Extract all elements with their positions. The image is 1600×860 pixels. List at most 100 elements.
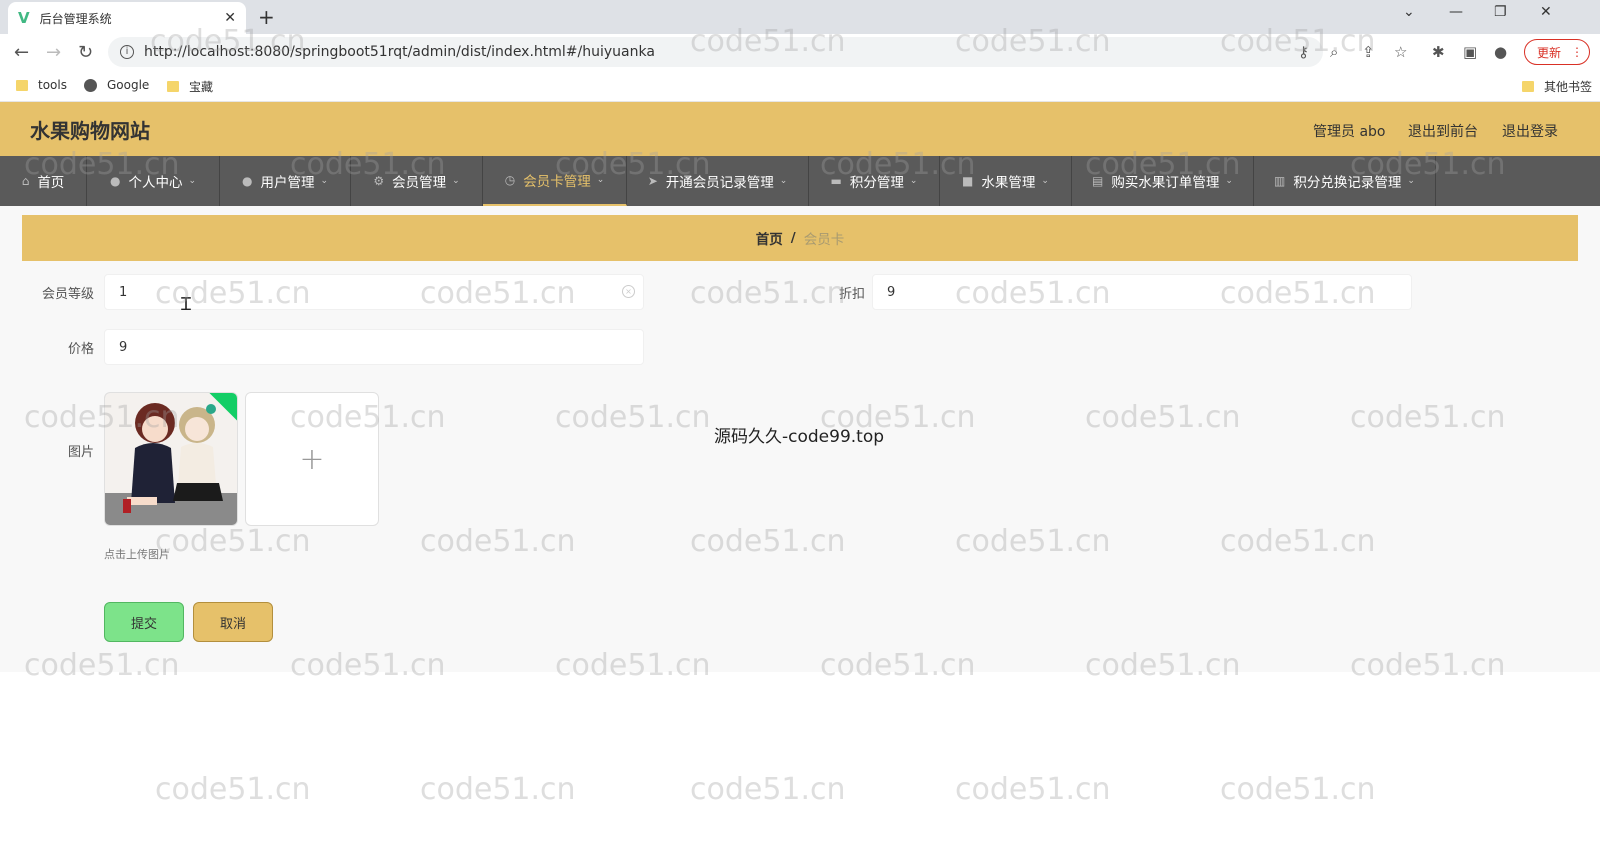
nav-label: 会员管理 — [392, 175, 447, 191]
bookmark-label: tools — [38, 78, 67, 92]
tab-close-icon[interactable]: ✕ — [224, 10, 236, 26]
exit-to-front-link[interactable]: 退出到前台 — [1408, 121, 1478, 141]
discount-label: 折扣 — [838, 287, 865, 302]
tab-title: 后台管理系统 — [39, 11, 112, 26]
chevron-down-icon: ⌄ — [320, 176, 329, 186]
chevron-down-icon: ⌄ — [779, 176, 788, 186]
zoom-icon[interactable]: ⌕ — [1330, 43, 1338, 61]
tab-search-icon[interactable]: ⌄ — [1403, 4, 1415, 20]
chevron-down-icon: ⌄ — [909, 176, 918, 186]
bookmark-google[interactable]: Google — [84, 78, 149, 92]
sidepanel-icon[interactable]: ▣ — [1463, 43, 1477, 61]
logout-link[interactable]: 退出登录 — [1502, 121, 1558, 141]
cancel-button[interactable]: 取消 — [193, 602, 273, 642]
main-content: 首页 / 会员卡 会员等级 1 × 折扣 9 价格 9 图片 + 点击上传图片 … — [0, 206, 1600, 672]
nav-fruit-order-management[interactable]: ▤ 购买水果订单管理 ⌄ — [1072, 156, 1254, 206]
site-header: 水果购物网站 管理员 abo 退出到前台 退出登录 — [0, 102, 1600, 156]
price-label: 价格 — [67, 342, 94, 357]
breadcrumb-current: 会员卡 — [803, 232, 845, 248]
minimize-icon[interactable]: — — [1449, 4, 1463, 20]
watermark: code51.cn — [1220, 772, 1376, 807]
key-icon[interactable]: ⚷ — [1298, 43, 1309, 61]
folder-icon — [16, 79, 28, 91]
site-info-icon[interactable]: i — [120, 45, 134, 59]
admin-label: 管理员 abo — [1313, 124, 1386, 140]
clock-icon: ◷ — [504, 173, 516, 187]
chevron-down-icon: ⌄ — [596, 175, 605, 185]
site-title: 水果购物网站 — [30, 118, 150, 143]
url-text: http://localhost:8080/springboot51rqt/ad… — [144, 44, 655, 60]
nav-member-management[interactable]: ⚙ 会员管理 ⌄ — [351, 156, 483, 206]
star-icon[interactable]: ☆ — [1394, 43, 1407, 61]
close-window-icon[interactable]: ✕ — [1540, 4, 1552, 20]
nav-user-management[interactable]: ● 用户管理 ⌄ — [220, 156, 351, 206]
nav-label: 水果管理 — [981, 175, 1036, 191]
bookmark-treasure[interactable]: 宝藏 — [167, 78, 213, 95]
video-icon: ■ — [962, 174, 974, 188]
nav-label: 会员卡管理 — [523, 174, 591, 190]
upload-image-button[interactable]: + — [245, 392, 379, 526]
update-button[interactable]: 更新 ⋮ — [1524, 39, 1590, 65]
nav-label: 用户管理 — [260, 175, 315, 191]
watermark: code51.cn — [690, 772, 846, 807]
gear-icon: ⚙ — [373, 174, 385, 188]
back-icon[interactable]: ← — [14, 42, 29, 63]
uploaded-image-thumbnail[interactable] — [104, 392, 238, 526]
other-bookmarks[interactable]: 其他书签 — [1522, 78, 1592, 95]
chart-icon: ▥ — [1274, 174, 1286, 188]
upload-tip: 点击上传图片 — [104, 548, 170, 561]
nav-fruit-management[interactable]: ■ 水果管理 ⌄ — [940, 156, 1072, 206]
overlay-watermark-text: 源码久久-code99.top — [714, 427, 885, 447]
reload-icon[interactable]: ↻ — [78, 42, 93, 63]
plus-icon: + — [299, 441, 325, 477]
menu-dots-icon: ⋮ — [1571, 45, 1584, 59]
breadcrumb: 首页 / 会员卡 — [22, 215, 1578, 261]
member-level-label: 会员等级 — [41, 287, 94, 302]
image-label: 图片 — [67, 445, 94, 460]
bookmark-label: 宝藏 — [189, 80, 214, 94]
globe-icon — [84, 78, 97, 92]
home-icon: ⌂ — [21, 174, 30, 188]
nav-label: 个人中心 — [128, 175, 183, 191]
chevron-down-icon: ⌄ — [1225, 176, 1233, 186]
new-tab-button[interactable]: + — [258, 5, 275, 29]
nav-points-exchange-management[interactable]: ▥ 积分兑换记录管理 ⌄ — [1254, 156, 1436, 206]
chevron-down-icon: ⌄ — [1041, 176, 1049, 186]
bookmarks-bar: tools Google 宝藏 其他书签 — [0, 70, 1600, 102]
breadcrumb-separator: / — [790, 230, 796, 246]
anime-girls-image — [105, 393, 237, 525]
restore-icon[interactable]: ❐ — [1494, 4, 1507, 20]
nav-member-record-management[interactable]: ➤ 开通会员记录管理 ⌄ — [627, 156, 809, 206]
nav-label: 开通会员记录管理 — [665, 175, 774, 191]
extensions-icon[interactable]: ✱ — [1432, 43, 1445, 61]
clear-icon[interactable]: × — [622, 285, 635, 298]
user-icon: ● — [109, 174, 121, 188]
url-bar[interactable]: i http://localhost:8080/springboot51rqt/… — [108, 37, 1323, 67]
chevron-down-icon: ⌄ — [188, 176, 197, 186]
member-level-value: 1 — [119, 284, 128, 300]
submit-button[interactable]: 提交 — [104, 602, 184, 642]
nav-personal-center[interactable]: ● 个人中心 ⌄ — [87, 156, 220, 206]
nav-member-card-management[interactable]: ◷ 会员卡管理 ⌄ — [483, 156, 627, 206]
bookmark-tools[interactable]: tools — [16, 78, 67, 92]
forward-icon[interactable]: → — [46, 42, 61, 63]
profile-icon[interactable]: ● — [1494, 43, 1507, 61]
bookmark-label: 其他书签 — [1544, 80, 1593, 94]
price-input[interactable]: 9 — [104, 329, 644, 365]
update-label: 更新 — [1537, 45, 1562, 60]
discount-value: 9 — [887, 284, 896, 300]
address-bar-row: ← → ↻ i http://localhost:8080/springboot… — [0, 34, 1600, 70]
vue-logo-icon: V — [18, 9, 30, 27]
bookmark-label: Google — [107, 78, 150, 92]
doc-icon: ▤ — [1092, 174, 1104, 188]
browser-tab[interactable]: V 后台管理系统 ✕ — [8, 2, 246, 34]
main-nav: ⌂ 首页 ● 个人中心 ⌄ ● 用户管理 ⌄ ⚙ 会员管理 ⌄ ◷ 会员卡管理 … — [0, 156, 1600, 206]
watermark: code51.cn — [955, 772, 1111, 807]
chat-icon: ▬ — [830, 174, 842, 188]
nav-home[interactable]: ⌂ 首页 — [0, 156, 87, 206]
nav-label: 积分管理 — [849, 175, 904, 191]
share-icon[interactable]: ⇪ — [1362, 43, 1375, 61]
breadcrumb-home[interactable]: 首页 — [756, 228, 783, 248]
discount-input[interactable]: 9 — [872, 274, 1412, 310]
nav-points-management[interactable]: ▬ 积分管理 ⌄ — [809, 156, 940, 206]
